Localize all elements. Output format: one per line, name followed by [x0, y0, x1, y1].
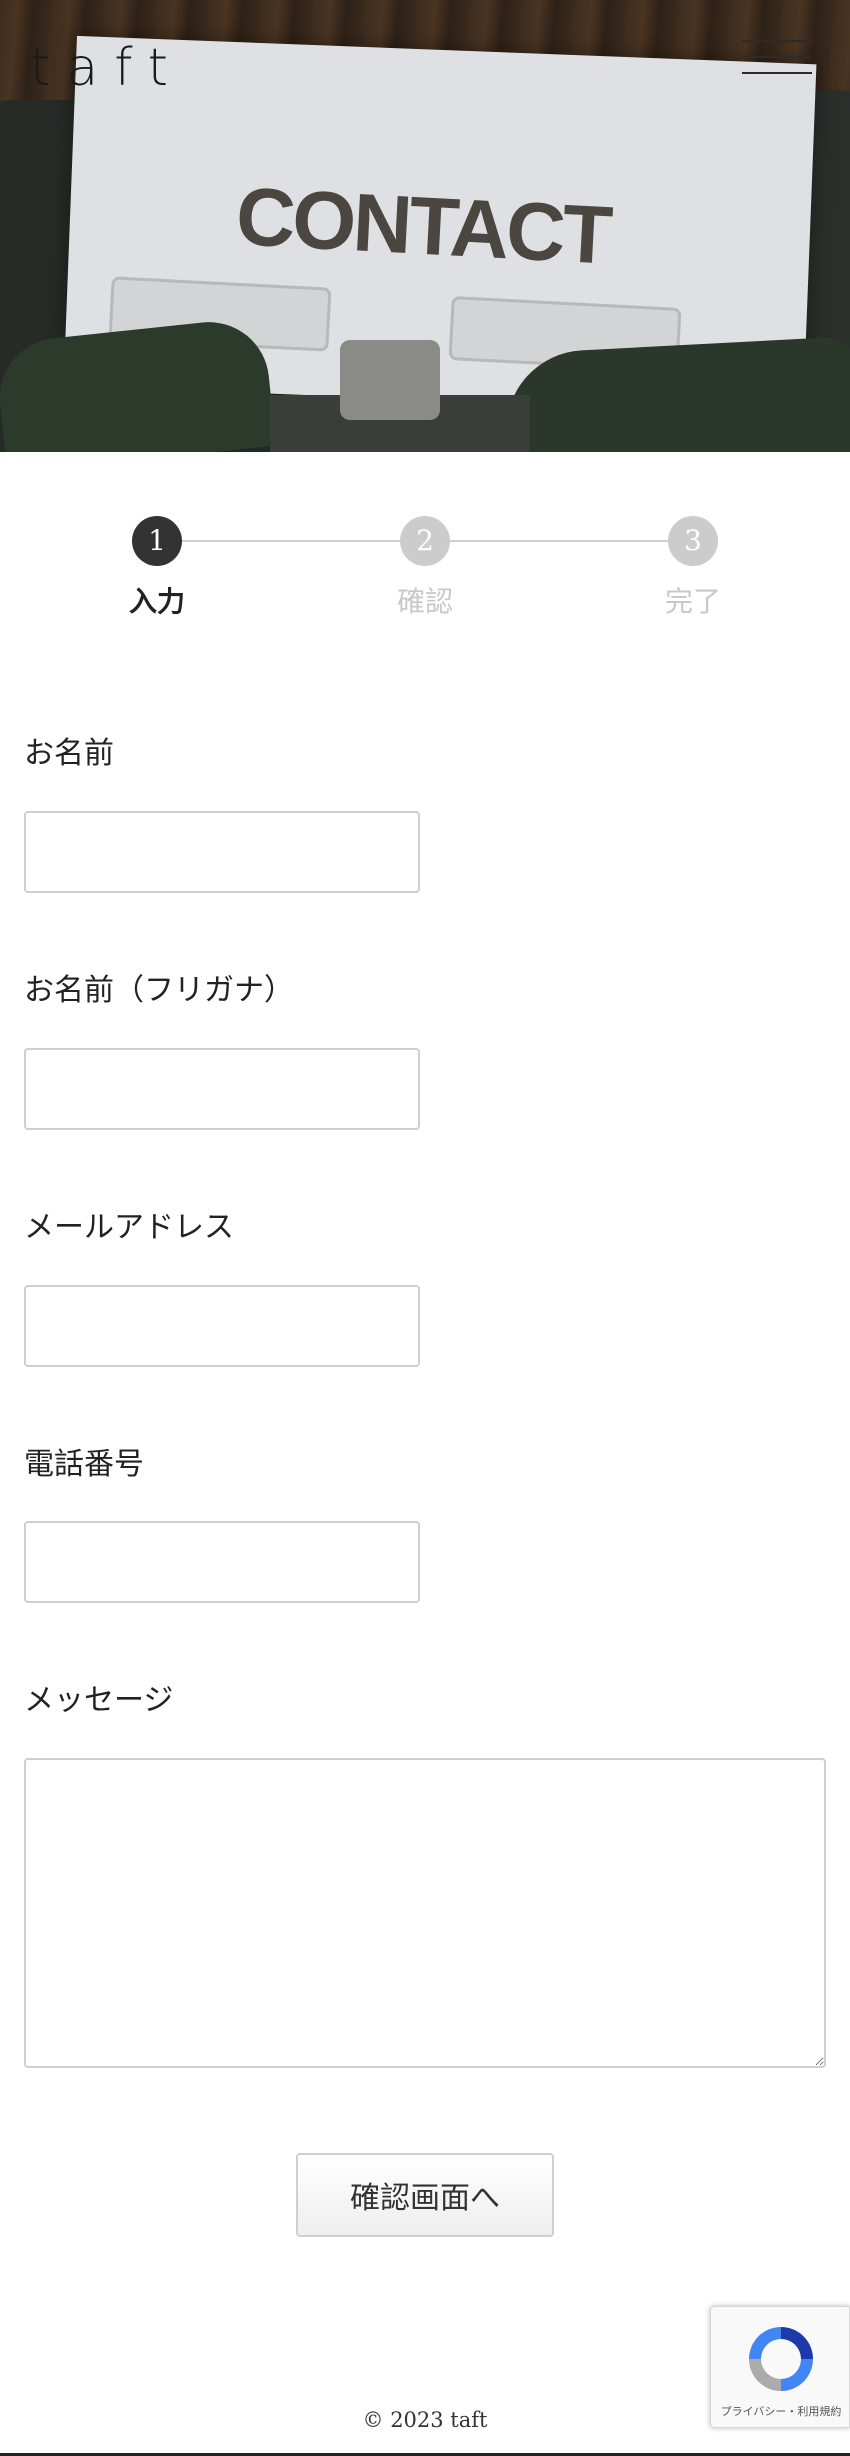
hero-contact-text: CONTACT [233, 171, 612, 282]
recaptcha-icon [749, 2327, 813, 2391]
message-label: メッセージ [24, 1683, 174, 1718]
furigana-label: お名前（フリガナ） [24, 973, 294, 1008]
step-indicator: 1 入力 2 確認 3 完了 [0, 512, 850, 622]
step-confirm: 2 確認 [365, 516, 485, 620]
phone-input[interactable] [24, 1521, 420, 1603]
menu-line [742, 40, 812, 42]
step-complete: 3 完了 [633, 516, 753, 620]
email-input[interactable] [24, 1285, 420, 1367]
step-number-1: 1 [132, 516, 182, 566]
message-textarea[interactable] [24, 1758, 826, 2068]
phone-label: 電話番号 [24, 1447, 144, 1482]
footer-copyright: © 2023 taft [362, 2408, 488, 2432]
step-input: 1 入力 [97, 516, 217, 620]
confirm-button[interactable]: 確認画面へ [296, 2153, 554, 2237]
name-input[interactable] [24, 811, 420, 893]
step-number-2: 2 [400, 516, 450, 566]
menu-line [742, 56, 812, 58]
step-number-3: 3 [668, 516, 718, 566]
typewriter-mechanism [340, 340, 440, 420]
menu-line [742, 72, 812, 74]
step-label-input: 入力 [128, 585, 185, 618]
hamburger-menu-icon[interactable] [742, 36, 812, 80]
furigana-input[interactable] [24, 1048, 420, 1130]
name-label: お名前 [24, 736, 114, 771]
step-label-confirm: 確認 [396, 585, 453, 618]
step-label-complete: 完了 [664, 585, 721, 618]
site-logo[interactable]: taft [30, 38, 184, 98]
email-label: メールアドレス [24, 1210, 234, 1245]
